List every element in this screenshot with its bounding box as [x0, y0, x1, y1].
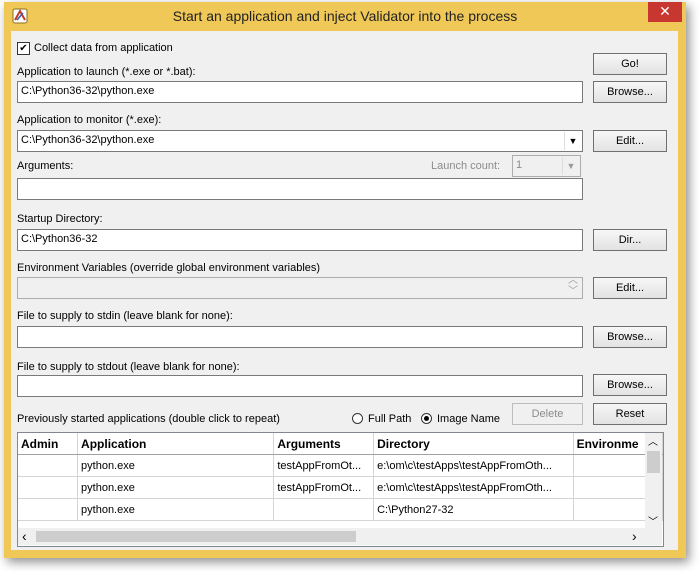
cell-directory: e:\om\c\testApps\testAppFromOth...: [373, 454, 574, 477]
dir-button[interactable]: Dir...: [593, 229, 667, 251]
horizontal-scroll-thumb[interactable]: [36, 531, 356, 542]
close-button[interactable]: ✕: [648, 2, 682, 22]
horizontal-scrollbar[interactable]: ‹ ›: [18, 528, 662, 545]
stdout-input[interactable]: [17, 375, 583, 397]
image-name-radio[interactable]: [421, 413, 432, 424]
table-row[interactable]: python.exe C:\Python27-32: [18, 498, 663, 521]
launch-count-select[interactable]: 1 ▼: [512, 155, 581, 177]
launch-count-value: 1: [516, 159, 523, 171]
launch-input[interactable]: C:\Python36-32\python.exe: [17, 81, 583, 103]
table-row[interactable]: python.exe testAppFromOt... e:\om\c\test…: [18, 476, 663, 499]
delete-button[interactable]: Delete: [512, 403, 583, 425]
startup-dir-label: Startup Directory:: [17, 213, 103, 225]
browse-stdout-button[interactable]: Browse...: [593, 374, 667, 396]
scroll-left-icon[interactable]: ‹: [22, 528, 27, 544]
cell-arguments: testAppFromOt...: [273, 476, 375, 499]
vertical-scrollbar[interactable]: ︿ ﹀: [645, 433, 662, 528]
history-label: Previously started applications (double …: [17, 413, 280, 425]
launch-label: Application to launch (*.exe or *.bat):: [17, 66, 196, 78]
stdin-input[interactable]: [17, 326, 583, 348]
column-header-directory[interactable]: Directory: [373, 433, 574, 455]
checkmark-icon: ✔: [19, 43, 28, 54]
column-header-admin[interactable]: Admin: [18, 433, 79, 455]
cell-admin: [18, 454, 79, 477]
arguments-input[interactable]: [17, 178, 583, 200]
image-name-label: Image Name: [437, 413, 500, 425]
cell-application: python.exe: [77, 454, 275, 477]
dialog-client: ✔ Collect data from application Go! Appl…: [11, 31, 678, 550]
radio-selected-dot: [424, 416, 429, 421]
title-bar[interactable]: Start an application and inject Validato…: [4, 2, 686, 30]
stdout-label: File to supply to stdout (leave blank fo…: [17, 361, 240, 373]
chevron-down-icon[interactable]: ▼: [564, 132, 581, 150]
startup-dir-input[interactable]: C:\Python36-32: [17, 229, 583, 251]
scroll-down-icon[interactable]: ﹀: [648, 513, 658, 528]
table-row[interactable]: python.exe testAppFromOt... e:\om\c\test…: [18, 454, 663, 477]
chevron-down-icon[interactable]: ▼: [562, 157, 579, 175]
env-vars-field[interactable]: ︿ ﹀: [17, 277, 583, 299]
go-button[interactable]: Go!: [593, 53, 667, 75]
cell-admin: [18, 476, 79, 499]
cell-application: python.exe: [77, 476, 275, 499]
env-vars-label: Environment Variables (override global e…: [17, 262, 321, 274]
monitor-select[interactable]: C:\Python36-32\python.exe ▼: [17, 130, 583, 152]
history-table: Admin Application Arguments Directory En…: [18, 433, 663, 521]
window-title: Start an application and inject Validato…: [172, 8, 518, 24]
scroll-up-icon[interactable]: ︿: [648, 433, 658, 448]
cell-arguments: testAppFromOt...: [273, 454, 375, 477]
cell-admin: [18, 498, 79, 521]
history-header-row: Admin Application Arguments Directory En…: [18, 433, 663, 455]
dialog-window: Start an application and inject Validato…: [4, 2, 686, 558]
reset-button[interactable]: Reset: [593, 403, 667, 425]
cell-directory: e:\om\c\testApps\testAppFromOth...: [373, 476, 574, 499]
full-path-label: Full Path: [368, 413, 412, 425]
collect-data-label: Collect data from application: [34, 42, 173, 54]
cell-directory: C:\Python27-32: [373, 498, 574, 521]
close-icon: ✕: [659, 3, 671, 19]
edit-monitor-button[interactable]: Edit...: [593, 130, 667, 152]
monitor-value: C:\Python36-32\python.exe: [21, 134, 155, 146]
cell-arguments: [273, 498, 375, 521]
spin-down-icon[interactable]: ﹀: [568, 287, 578, 297]
column-header-arguments[interactable]: Arguments: [273, 433, 375, 455]
vertical-scroll-thumb[interactable]: [647, 451, 660, 473]
stdin-label: File to supply to stdin (leave blank for…: [17, 310, 233, 322]
scroll-right-icon[interactable]: ›: [632, 528, 637, 544]
column-header-application[interactable]: Application: [77, 433, 275, 455]
monitor-label: Application to monitor (*.exe):: [17, 114, 162, 126]
browse-launch-button[interactable]: Browse...: [593, 81, 667, 103]
collect-data-checkbox[interactable]: ✔: [17, 42, 30, 55]
history-list[interactable]: Admin Application Arguments Directory En…: [17, 432, 664, 547]
edit-env-button[interactable]: Edit...: [593, 277, 667, 299]
arguments-label: Arguments:: [17, 160, 74, 172]
browse-stdin-button[interactable]: Browse...: [593, 326, 667, 348]
launch-count-label: Launch count:: [431, 160, 501, 172]
cell-application: python.exe: [77, 498, 275, 521]
spin-up-icon[interactable]: ︿: [568, 278, 578, 286]
full-path-radio[interactable]: [352, 413, 363, 424]
